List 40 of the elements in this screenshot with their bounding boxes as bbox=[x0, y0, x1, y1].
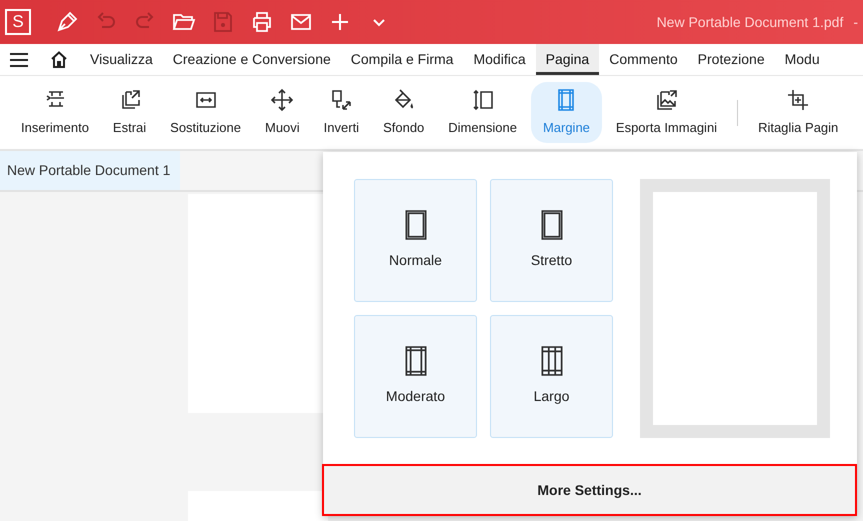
title-separator: - bbox=[853, 12, 858, 32]
toolbar-button[interactable]: Estrai bbox=[100, 82, 158, 143]
page-margin-icon bbox=[402, 346, 428, 376]
margin-option[interactable]: Normale bbox=[354, 179, 477, 302]
toolbar-button[interactable]: Esporta Immagini bbox=[604, 82, 730, 143]
export-image-icon bbox=[654, 88, 678, 112]
toolbar-button[interactable]: Sfondo bbox=[371, 82, 436, 143]
reverse-icon bbox=[329, 88, 354, 112]
menu-tab[interactable]: Commento bbox=[599, 44, 688, 75]
toolbar-button[interactable]: Inserimento bbox=[9, 82, 101, 143]
margin-option[interactable]: Stretto bbox=[490, 179, 613, 302]
document-tab[interactable]: New Portable Document 1 bbox=[0, 151, 180, 190]
printer-icon[interactable] bbox=[250, 10, 274, 34]
page-margin-icon bbox=[538, 346, 564, 376]
move-icon bbox=[270, 88, 294, 112]
menu-tab[interactable]: Modu bbox=[774, 44, 830, 75]
margin-option[interactable]: Moderato bbox=[354, 315, 477, 438]
toolbar-button[interactable]: Dimensione bbox=[436, 82, 529, 143]
more-settings-button[interactable]: More Settings... bbox=[322, 464, 857, 516]
toolbar-button[interactable]: Ritaglia Pagin bbox=[746, 82, 850, 143]
page-margin-icon bbox=[538, 210, 564, 240]
home-icon[interactable] bbox=[50, 51, 68, 68]
window-title: New Portable Document 1.pdf bbox=[656, 12, 844, 32]
toolbar-button[interactable]: Sostituzione bbox=[158, 82, 253, 143]
margin-option[interactable]: Largo bbox=[490, 315, 613, 438]
pen-icon[interactable] bbox=[55, 10, 79, 34]
menu-tab[interactable]: Creazione e Conversione bbox=[162, 44, 341, 75]
toolbar-button[interactable]: Muovi bbox=[252, 82, 312, 143]
page-margin-icon bbox=[402, 210, 428, 240]
toolbar-button[interactable]: Margine bbox=[530, 82, 602, 143]
menu-tab[interactable]: Modifica bbox=[463, 44, 536, 75]
menu-tab[interactable]: Compila e Firma bbox=[340, 44, 464, 75]
toolbar-button[interactable]: Inverti bbox=[312, 82, 372, 143]
crop-icon bbox=[786, 88, 810, 112]
menu-tab[interactable]: Protezione bbox=[688, 44, 775, 75]
resize-icon bbox=[470, 88, 495, 112]
app-logo: S bbox=[5, 9, 31, 35]
menu-icon[interactable] bbox=[10, 52, 28, 66]
menu-tab[interactable]: Pagina bbox=[536, 44, 600, 75]
menu-tab[interactable]: Visualizza bbox=[80, 44, 163, 75]
